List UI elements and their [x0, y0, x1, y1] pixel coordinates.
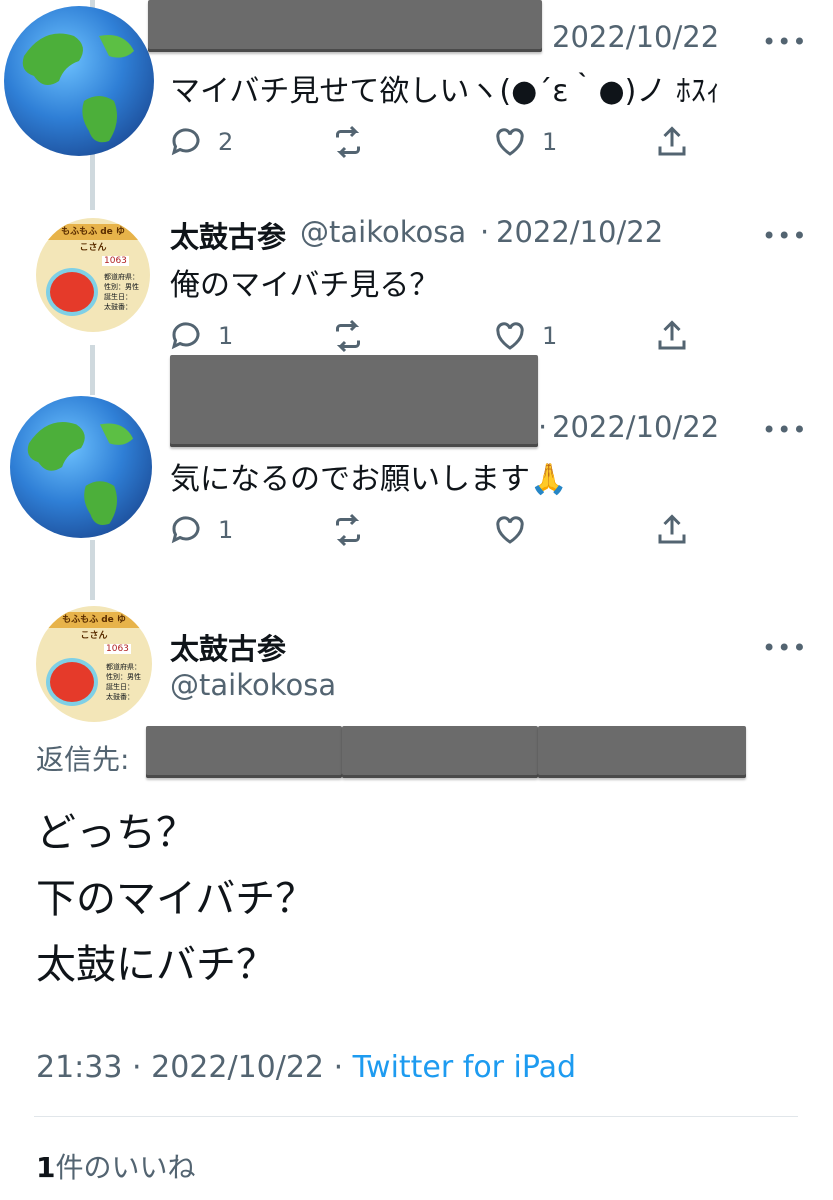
globe-icon [22, 33, 134, 143]
redacted-reply-target [146, 726, 342, 778]
share-icon [658, 126, 686, 156]
main-tweet-line: 下のマイバチ？ [36, 876, 316, 922]
avatar-id: 1063 [102, 256, 129, 266]
redacted-reply-target [538, 726, 746, 778]
separator: · [333, 1050, 344, 1085]
retweet-button[interactable] [330, 512, 380, 548]
redacted-reply-target [342, 726, 538, 778]
thread-line [90, 540, 95, 600]
reply-icon [171, 516, 200, 544]
retweet-icon [336, 125, 360, 159]
avatar-row: 太鼓番： [106, 693, 134, 701]
tweet-text: 俺のマイバチ見る？ [170, 268, 440, 303]
redacted-name [170, 355, 538, 447]
more-options-icon[interactable]: ••• [762, 416, 807, 444]
reply-button[interactable]: 1 [168, 512, 233, 548]
separator: · [480, 215, 490, 249]
like-button[interactable]: 1 [492, 318, 557, 354]
heart-icon [496, 322, 524, 350]
retweet-icon [336, 513, 360, 547]
reply-button[interactable]: 1 [168, 318, 233, 354]
avatar-row: 都道府県： [106, 663, 141, 671]
main-tweet-line: どっち？ [36, 810, 196, 856]
likes-summary[interactable]: 1件のいいね [36, 1146, 196, 1186]
source-link[interactable]: Twitter for iPad [353, 1050, 576, 1085]
share-icon [658, 514, 686, 544]
reply-count: 1 [218, 322, 234, 350]
thread-line [90, 345, 95, 395]
tweet-timestamp[interactable]: 2022/10/22 [552, 20, 719, 54]
main-tweet-line: 太鼓にバチ？ [36, 942, 276, 988]
avatar-sub: こさん [80, 631, 108, 641]
avatar-taiko[interactable]: もふもふ de ゆ こさん 1063 都道府県： 性別：男性 誕生日： 太鼓番： [36, 606, 152, 722]
avatar-don [46, 268, 98, 316]
reply-count: 1 [218, 516, 234, 544]
user-handle[interactable]: @taikokosa [170, 668, 336, 702]
share-button[interactable] [654, 318, 690, 354]
share-button[interactable] [654, 124, 690, 160]
avatar-row: 性別：男性 [104, 283, 139, 291]
tweet-timestamp[interactable]: 2022/10/22 [552, 410, 719, 444]
reply-to-label: 返信先: [36, 743, 130, 776]
likes-count: 1 [36, 1151, 56, 1184]
avatar-row: 誕生日： [104, 293, 132, 301]
like-count: 1 [542, 322, 558, 350]
heart-icon [496, 128, 524, 156]
user-handle[interactable]: @taikokosa [300, 215, 466, 249]
avatar-row: 都道府県： [104, 273, 139, 281]
reply-button[interactable]: 2 [168, 124, 233, 160]
likes-label: 件のいいね [55, 1151, 196, 1184]
heart-icon [496, 516, 524, 544]
share-icon [658, 320, 686, 350]
like-button[interactable]: 1 [492, 124, 557, 160]
tweet-text: マイバチ見せて欲しいヽ(●´ε｀●)ノ ﾎｽｨ [170, 74, 721, 109]
separator: · [132, 1050, 142, 1085]
reply-icon [171, 322, 200, 350]
avatar-don [46, 658, 98, 706]
more-options-icon[interactable]: ••• [762, 222, 807, 250]
reply-icon [171, 128, 200, 156]
share-button[interactable] [654, 512, 690, 548]
divider [34, 1116, 798, 1117]
separator: · [538, 410, 548, 444]
avatar-taiko[interactable]: もふもふ de ゆ こさん 1063 都道府県： 性別：男性 誕生日： 太鼓番： [36, 218, 150, 332]
redacted-name [148, 0, 542, 52]
more-options-icon[interactable]: ••• [762, 634, 807, 662]
avatar-sub: こさん [79, 243, 107, 253]
more-options-icon[interactable]: ••• [762, 28, 807, 56]
globe-icon [27, 422, 134, 525]
like-count: 1 [542, 128, 558, 156]
avatar-banner: もふもふ de ゆ [36, 224, 150, 240]
retweet-icon [336, 319, 360, 353]
display-name[interactable]: 太鼓古参 [170, 214, 286, 256]
display-name[interactable]: 太鼓古参 [170, 626, 286, 668]
avatar-row: 誕生日： [106, 683, 134, 691]
tweet-date[interactable]: 2022/10/22 [151, 1050, 324, 1085]
retweet-button[interactable] [330, 124, 380, 160]
avatar-row: 太鼓番： [104, 303, 132, 311]
avatar-globe[interactable] [10, 396, 152, 538]
avatar-id: 1063 [104, 644, 131, 654]
avatar-row: 性別：男性 [106, 673, 141, 681]
tweet-timestamp[interactable]: 2022/10/22 [496, 215, 663, 249]
tweet-meta: 21:33 · 2022/10/22 · Twitter for iPad [36, 1050, 576, 1085]
tweet-text: 気になるのでお願いします🙏 [170, 462, 568, 497]
avatar-globe[interactable] [4, 6, 154, 156]
avatar-banner: もふもふ de ゆ [36, 612, 152, 628]
reply-count: 2 [218, 128, 234, 156]
like-button[interactable] [492, 512, 542, 548]
tweet-time[interactable]: 21:33 [36, 1050, 122, 1085]
retweet-button[interactable] [330, 318, 380, 354]
